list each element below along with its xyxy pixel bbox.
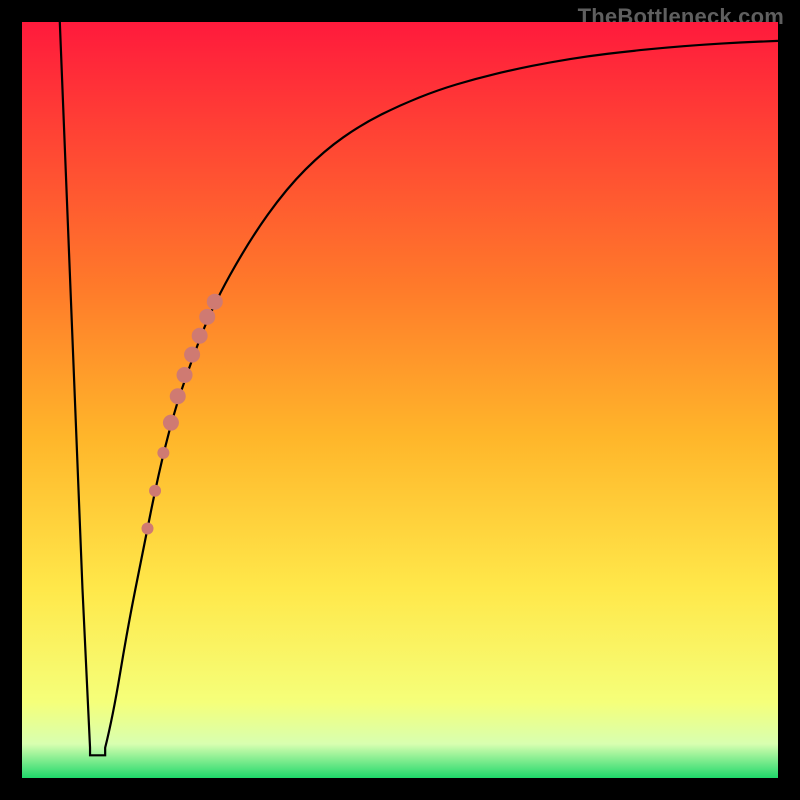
gradient-background <box>22 22 778 778</box>
marker-dot <box>149 485 161 497</box>
marker-dot <box>157 447 169 459</box>
marker-dot <box>170 388 186 404</box>
marker-dot <box>142 523 154 535</box>
plot-frame <box>22 22 778 778</box>
marker-dot <box>163 415 179 431</box>
marker-dot <box>207 294 223 310</box>
marker-dot <box>199 309 215 325</box>
bottleneck-chart <box>22 22 778 778</box>
marker-dot <box>192 328 208 344</box>
marker-dot <box>184 347 200 363</box>
marker-dot <box>177 367 193 383</box>
